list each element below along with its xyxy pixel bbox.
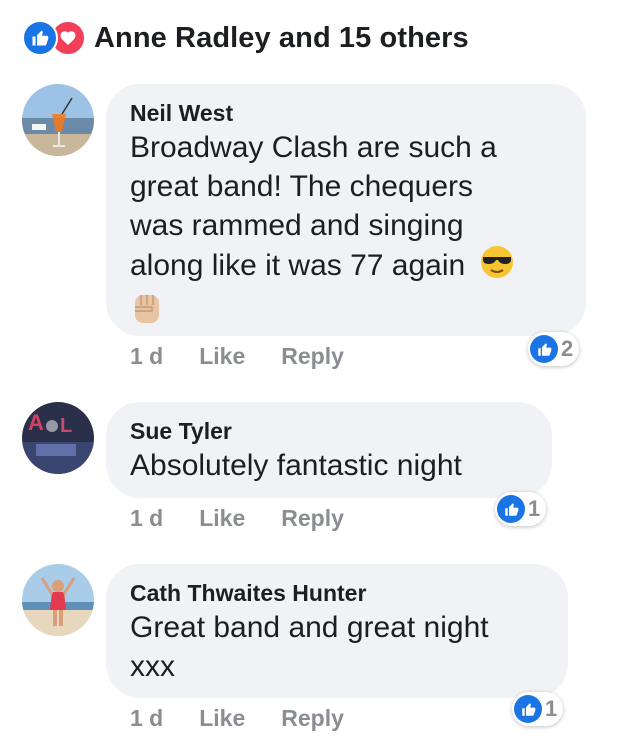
reply-button[interactable]: Reply	[281, 505, 344, 532]
svg-text:L: L	[60, 415, 72, 437]
like-count-badge[interactable]: 1	[512, 692, 564, 726]
comment-text-line	[130, 289, 562, 337]
comment-text-line: Broadway Clash are such a	[130, 131, 497, 164]
comment-time[interactable]: 1 d	[130, 705, 163, 732]
like-button[interactable]: Like	[199, 343, 245, 370]
comment-text-line: great band! The chequers	[130, 170, 474, 203]
comment-bubble: Cath Thwaites Hunter Great band and grea…	[106, 564, 568, 698]
avatar[interactable]	[22, 84, 94, 156]
reply-button[interactable]: Reply	[281, 343, 344, 370]
comment-bubble: Sue Tyler Absolutely fantastic night	[106, 402, 552, 498]
comment-actions: 1 d Like Reply	[130, 343, 380, 370]
like-count-badge[interactable]: 2	[528, 332, 580, 366]
like-icon	[530, 335, 558, 363]
comment-actions: 1 d Like Reply	[130, 505, 380, 532]
like-count: 2	[561, 336, 574, 361]
avatar[interactable]	[22, 564, 94, 636]
comment-time[interactable]: 1 d	[130, 343, 163, 370]
comment-text-line: Absolutely fantastic night	[130, 449, 462, 482]
like-icon	[22, 20, 58, 56]
like-icon	[497, 495, 525, 523]
comments-page: Anne Radley and 15 others Neil West Broa…	[0, 0, 636, 743]
comment-text-line: along like it was 77 again	[130, 245, 562, 289]
comment-text: Absolutely fantastic night	[130, 446, 528, 485]
comment-text-segment: along like it was 77 again	[130, 248, 466, 282]
comment-author[interactable]: Sue Tyler	[130, 416, 528, 446]
sunglasses-emoji	[480, 245, 514, 289]
comment-text-line: Great band and great night	[130, 611, 489, 644]
comment-time[interactable]: 1 d	[130, 505, 163, 532]
like-count-badge[interactable]: 1	[495, 492, 547, 526]
like-count: 1	[545, 696, 558, 721]
like-button[interactable]: Like	[199, 505, 245, 532]
avatar[interactable]: A L	[22, 402, 94, 474]
raised-fist-emoji	[130, 289, 164, 337]
like-icon	[514, 695, 542, 723]
comment-text: Great band and great night xxx	[130, 608, 544, 686]
comment-author[interactable]: Neil West	[130, 98, 562, 128]
comment-text-line: was rammed and singing	[130, 209, 464, 242]
reply-button[interactable]: Reply	[281, 705, 344, 732]
comment-text: Broadway Clash are such a great band! Th…	[130, 128, 562, 337]
svg-text:A: A	[28, 410, 44, 435]
like-button[interactable]: Like	[199, 705, 245, 732]
reactions-summary[interactable]: Anne Radley and 15 others	[22, 18, 469, 58]
reactions-summary-text[interactable]: Anne Radley and 15 others	[94, 22, 469, 55]
comment-author[interactable]: Cath Thwaites Hunter	[130, 578, 544, 608]
like-count: 1	[528, 496, 541, 521]
comment-actions: 1 d Like Reply	[130, 705, 380, 732]
comment-bubble: Neil West Broadway Clash are such a grea…	[106, 84, 586, 336]
comment-text-line: xxx	[130, 650, 175, 683]
